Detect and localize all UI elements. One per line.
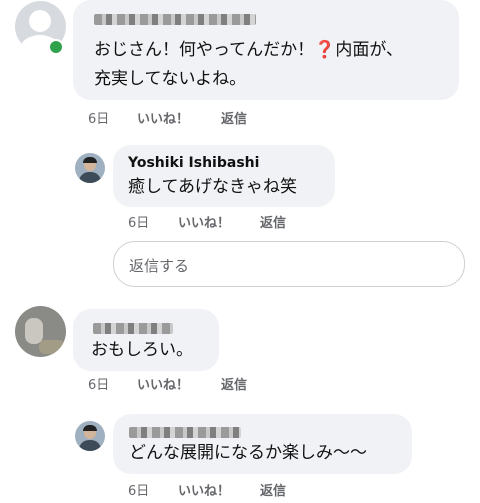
comment-timestamp: 6日 — [88, 378, 110, 393]
blurred-author-name[interactable] — [93, 323, 173, 334]
comment-author[interactable]: Yoshiki Ishibashi — [128, 155, 259, 171]
reply-button[interactable]: 返信 — [260, 212, 286, 231]
like-button[interactable]: いいね！ — [137, 374, 189, 393]
reply-button[interactable]: 返信 — [260, 480, 286, 499]
comment-bubble: Yoshiki Ishibashi 癒してあげなきゃね笑 — [113, 145, 335, 207]
comment-text: おもしろい。 — [91, 340, 193, 360]
avatar-shirt — [79, 172, 101, 183]
reply-button[interactable]: 返信 — [221, 108, 247, 127]
commenter-avatar[interactable] — [75, 153, 105, 183]
blurred-author-name[interactable] — [94, 14, 256, 25]
like-button[interactable]: いいね！ — [137, 108, 189, 127]
default-profile-head — [29, 10, 51, 32]
avatar-photo-shape — [25, 318, 43, 344]
comment-bubble: どんな展開になるか楽しみ〜〜 — [113, 414, 412, 474]
commenter-avatar[interactable] — [75, 421, 105, 451]
avatar-shirt — [79, 440, 101, 451]
comment-text-part: おじさん！何やってんだか！ — [94, 40, 315, 60]
like-button[interactable]: いいね！ — [178, 212, 230, 231]
reply-input-placeholder: 返信する — [129, 257, 190, 275]
blurred-author-name[interactable] — [129, 427, 241, 438]
reply-input[interactable]: 返信する — [113, 241, 465, 287]
comment-text: 充実してないよね。 — [94, 69, 247, 89]
comment-text-part: 内面が、 — [335, 40, 403, 60]
comment-timestamp: 6日 — [128, 484, 150, 499]
like-button[interactable]: いいね！ — [178, 480, 230, 499]
commenter-avatar[interactable] — [15, 306, 66, 357]
online-status-dot — [48, 39, 64, 55]
avatar-photo-shape — [39, 340, 65, 354]
comment-text: 癒してあげなきゃね笑 — [128, 177, 297, 197]
red-question-mark-icon: ❓ — [314, 40, 336, 60]
comment-text: おじさん！何やってんだか！❓内面が、 — [94, 36, 403, 65]
comment-bubble: おじさん！何やってんだか！❓内面が、 充実してないよね。 — [73, 0, 459, 100]
comment-text: どんな展開になるか楽しみ〜〜 — [129, 443, 367, 463]
avatar-cap — [83, 157, 97, 163]
avatar-cap — [83, 425, 97, 431]
reply-button[interactable]: 返信 — [221, 374, 247, 393]
comment-bubble: おもしろい。 — [73, 309, 219, 371]
comment-timestamp: 6日 — [128, 216, 150, 231]
comment-timestamp: 6日 — [88, 112, 110, 127]
